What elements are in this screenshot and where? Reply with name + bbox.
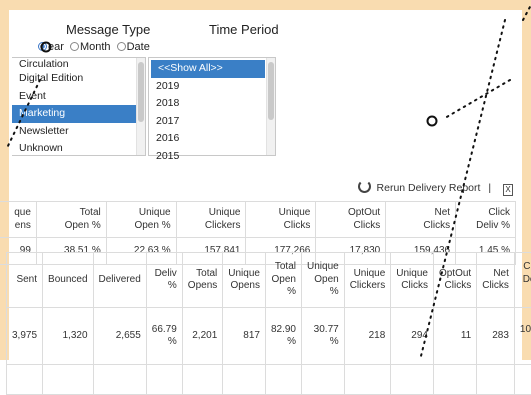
excel-export-icon[interactable]: X (503, 184, 513, 196)
message-type-option[interactable]: Newsletter (12, 123, 145, 141)
year-option[interactable]: 2015 (149, 148, 275, 166)
detail-value-cell: 294 (391, 308, 434, 365)
detail-header-cell: UniqueClicks (391, 253, 434, 308)
detail-header-cell: OptOutClicks (433, 253, 476, 308)
detail-value-cell: 2,201 (182, 308, 222, 365)
message-type-option[interactable]: Digital Edition (12, 70, 145, 88)
summary-header-cell: UniqueClicks (246, 202, 316, 238)
detail-empty-cell (223, 365, 266, 395)
toolbar-separator: | (488, 182, 491, 194)
year-option[interactable]: 2016 (149, 130, 275, 148)
detail-header-cell: NetClicks (477, 253, 515, 308)
rerun-delivery-report-button[interactable]: Rerun Delivery Report (358, 182, 481, 194)
detail-header-cell: UniqueOpens (223, 253, 266, 308)
summary-header-cell: OptOutClicks (316, 202, 386, 238)
scrollbar-thumb[interactable] (138, 62, 144, 122)
year-option[interactable]: 2017 (149, 113, 275, 131)
message-type-option[interactable]: Circulation (12, 58, 145, 70)
period-radio-group: ear Month Date (38, 41, 150, 53)
detail-empty-cell (391, 365, 434, 395)
detail-header-cell: TotalOpen % (265, 253, 301, 308)
radio-button-icon (38, 42, 47, 51)
summary-header-cell: queens (0, 202, 36, 238)
detail-header-cell: UniqueOpen% (302, 253, 345, 308)
message-type-listbox[interactable]: Circulation Digital Edition Event Market… (12, 57, 146, 156)
detail-header-cell: TotalOpens (182, 253, 222, 308)
detail-header-row: SentBouncedDeliveredDeliv%TotalOpensUniq… (7, 253, 531, 308)
summary-header-cell: ClickDeliv % (456, 202, 516, 238)
summary-header-cell: UniqueOpen % (106, 202, 176, 238)
detail-header-cell: ClickDeliv% (514, 253, 531, 308)
detail-value-cell: 11 (433, 308, 476, 365)
listbox-scrollbar[interactable] (266, 58, 275, 155)
detail-value-cell: 66.79% (146, 308, 182, 365)
detail-header-cell: UniqueClickers (344, 253, 391, 308)
detail-value-cell: 218 (344, 308, 391, 365)
summary-header-cell: NetClicks (386, 202, 456, 238)
detail-empty-row (7, 365, 531, 395)
detail-empty-cell (7, 365, 43, 395)
detail-empty-cell (302, 365, 345, 395)
detail-empty-cell (514, 365, 531, 395)
detail-table: SentBouncedDeliveredDeliv%TotalOpensUniq… (6, 252, 531, 395)
detail-empty-cell (146, 365, 182, 395)
message-type-option[interactable]: Event (12, 88, 145, 106)
detail-empty-cell (43, 365, 93, 395)
refresh-icon (358, 180, 371, 193)
detail-header-cell: Delivered (93, 253, 146, 308)
detail-empty-cell (93, 365, 146, 395)
detail-value-cell: 283 (477, 308, 515, 365)
message-type-option-selected[interactable]: Marketing (12, 105, 145, 123)
detail-header-cell: Deliv% (146, 253, 182, 308)
detail-empty-cell (433, 365, 476, 395)
radio-year[interactable]: ear (38, 41, 64, 53)
listbox-scrollbar[interactable] (136, 58, 145, 155)
year-option[interactable]: 2018 (149, 95, 275, 113)
summary-header-cell: UniqueClickers (176, 202, 246, 238)
summary-header-cell: TotalOpen % (36, 202, 106, 238)
detail-empty-cell (182, 365, 222, 395)
report-toolbar: Rerun Delivery Report | X (358, 180, 513, 196)
year-option[interactable]: 2019 (149, 78, 275, 96)
year-option-selected[interactable]: <<Show All>> (151, 60, 265, 78)
time-period-label: Time Period (209, 22, 279, 37)
radio-date[interactable]: Date (117, 41, 150, 53)
summary-header-row: queensTotalOpen %UniqueOpen %UniqueClick… (0, 202, 516, 238)
detail-value-cell: 82.90 % (265, 308, 301, 365)
year-listbox[interactable]: <<Show All>> 2019 2018 2017 2016 2015 (148, 57, 276, 156)
radio-button-icon (70, 42, 79, 51)
detail-value-cell: 30.77% (302, 308, 345, 365)
detail-header-cell: Sent (7, 253, 43, 308)
detail-value-cell: 3,975 (7, 308, 43, 365)
detail-value-cell: 2,655 (93, 308, 146, 365)
detail-value-cell: 10.66% (514, 308, 531, 365)
detail-value-cell: 1,320 (43, 308, 93, 365)
radio-month[interactable]: Month (70, 41, 111, 53)
detail-empty-cell (344, 365, 391, 395)
detail-empty-cell (477, 365, 515, 395)
scrollbar-thumb[interactable] (268, 62, 274, 120)
radio-button-icon (117, 42, 126, 51)
detail-header-cell: Bounced (43, 253, 93, 308)
detail-value-cell: 817 (223, 308, 266, 365)
detail-value-row: 3,9751,3202,65566.79%2,20181782.90 %30.7… (7, 308, 531, 365)
detail-empty-cell (265, 365, 301, 395)
message-type-option[interactable]: Unknown (12, 140, 145, 158)
message-type-label: Message Type (66, 22, 150, 37)
